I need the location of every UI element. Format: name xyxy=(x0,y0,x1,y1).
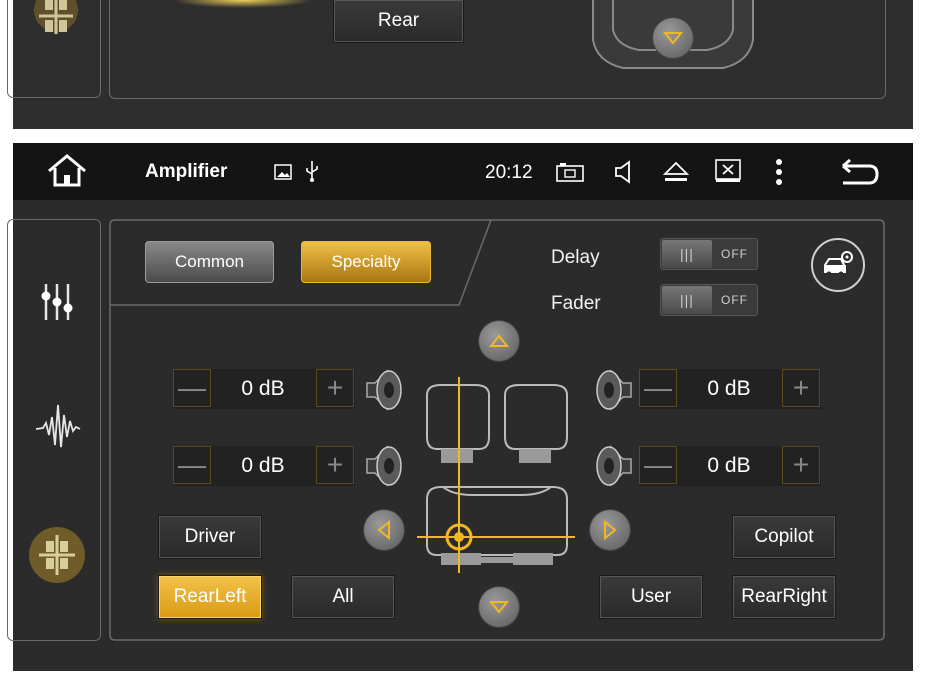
front-right-level: — 0 dB + xyxy=(639,369,821,409)
tab-specialty[interactable]: Specialty xyxy=(301,241,431,283)
amplifier-screen: Amplifier 20:12 Common Specialty Delay |… xyxy=(7,143,913,671)
rear-left-button[interactable]: RearLeft xyxy=(158,575,262,619)
balance-icon[interactable] xyxy=(27,527,87,588)
rear-right-level: — 0 dB + xyxy=(639,446,821,486)
status-bar: Amplifier 20:12 xyxy=(13,143,913,200)
rear-button[interactable]: Rear xyxy=(333,0,464,43)
top-content-frame xyxy=(109,0,886,99)
camera-icon[interactable] xyxy=(556,162,584,187)
rear-left-level: — 0 dB + xyxy=(173,446,355,486)
front-right-value: 0 dB xyxy=(707,377,751,400)
copilot-button[interactable]: Copilot xyxy=(732,515,836,559)
rear-right-button[interactable]: RearRight xyxy=(732,575,836,619)
down-arrow-button[interactable] xyxy=(479,587,519,627)
up-arrow-button[interactable] xyxy=(479,321,519,361)
fader-state: OFF xyxy=(721,293,748,307)
fader-label: Fader xyxy=(551,293,601,314)
user-button[interactable]: User xyxy=(599,575,703,619)
front-left-minus-button[interactable]: — xyxy=(173,369,211,407)
speaker-icon xyxy=(366,369,402,411)
equalizer-icon[interactable] xyxy=(40,282,74,327)
all-button[interactable]: All xyxy=(291,575,395,619)
top-sidebar-frame xyxy=(7,0,101,98)
delay-toggle-knob: ||| xyxy=(662,240,712,268)
left-arrow-button[interactable] xyxy=(364,510,404,550)
front-left-value: 0 dB xyxy=(241,377,285,400)
volume-icon[interactable] xyxy=(613,160,635,189)
rear-right-plus-button[interactable]: + xyxy=(782,446,820,484)
tab-common[interactable]: Common xyxy=(145,241,274,283)
waveform-icon[interactable] xyxy=(35,401,81,456)
front-left-plus-button[interactable]: + xyxy=(316,369,354,407)
image-icon xyxy=(274,163,292,186)
fader-toggle-knob: ||| xyxy=(662,286,712,314)
delay-label: Delay xyxy=(551,247,600,268)
speaker-icon xyxy=(366,445,402,487)
page-title: Amplifier xyxy=(145,161,228,182)
balance-crosshair[interactable] xyxy=(413,377,593,577)
rear-right-minus-button[interactable]: — xyxy=(639,446,677,484)
right-arrow-button[interactable] xyxy=(590,510,630,550)
back-icon[interactable] xyxy=(839,158,881,191)
usb-icon xyxy=(304,160,320,187)
clock: 20:12 xyxy=(485,162,533,183)
down-arrow-button[interactable] xyxy=(653,18,693,58)
rear-left-minus-button[interactable]: — xyxy=(173,446,211,484)
driver-button[interactable]: Driver xyxy=(158,515,262,559)
front-left-level: — 0 dB + xyxy=(173,369,355,409)
front-right-plus-button[interactable]: + xyxy=(782,369,820,407)
fader-toggle[interactable]: ||| OFF xyxy=(660,284,758,316)
speaker-icon xyxy=(596,445,632,487)
delay-state: OFF xyxy=(721,247,748,261)
front-right-minus-button[interactable]: — xyxy=(639,369,677,407)
speaker-icon xyxy=(596,369,632,411)
rear-left-value: 0 dB xyxy=(241,454,285,477)
home-icon[interactable] xyxy=(45,153,89,194)
car-settings-icon[interactable] xyxy=(810,237,866,298)
top-panel: Rear xyxy=(7,0,913,129)
glow xyxy=(173,0,313,8)
rear-right-value: 0 dB xyxy=(707,454,751,477)
rear-left-plus-button[interactable]: + xyxy=(316,446,354,484)
delay-toggle[interactable]: ||| OFF xyxy=(660,238,758,270)
close-window-icon[interactable] xyxy=(715,159,741,188)
eject-icon[interactable] xyxy=(662,160,690,189)
menu-icon[interactable] xyxy=(775,158,783,191)
